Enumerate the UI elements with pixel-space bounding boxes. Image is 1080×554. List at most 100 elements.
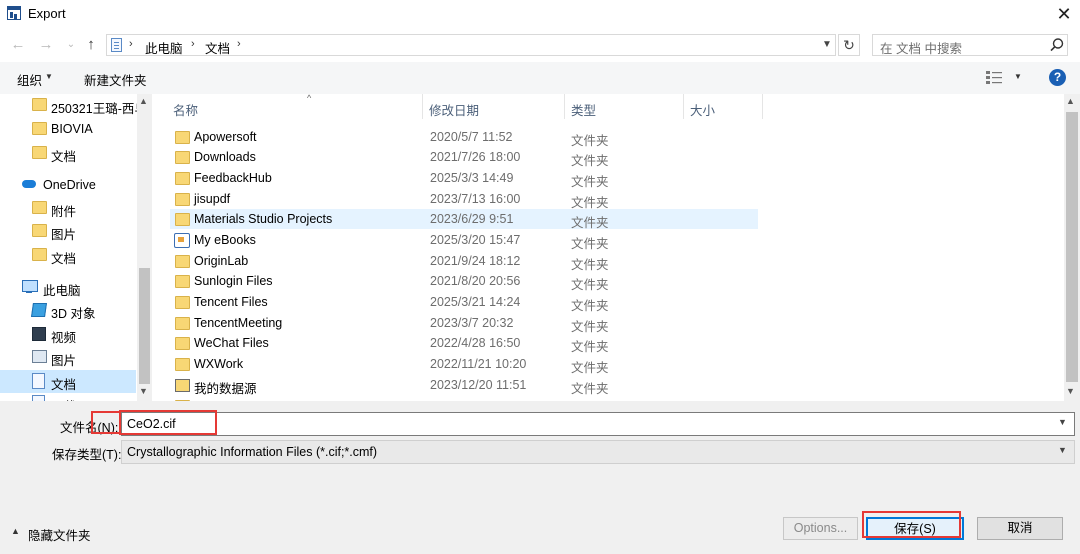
refresh-button[interactable]: ↻ [838,34,860,56]
folder-icon [175,275,190,288]
list-item[interactable]: Tencent Files 2025/3/21 14:24 文件夹 [170,292,758,313]
sidebar-item-documents[interactable]: 文档 [0,244,136,267]
list-item[interactable]: WXWork 2022/11/21 10:20 文件夹 [170,354,758,375]
sidebar-scrollbar-thumb[interactable] [139,268,150,384]
view-options-icon[interactable] [986,70,1004,84]
list-item[interactable]: OriginLab 2021/9/24 18:12 文件夹 [170,251,758,272]
sidebar-item-label: 此电脑 [43,284,81,298]
sort-ascending-icon: ^ [307,94,312,103]
list-item[interactable]: 我的数据源 2023/12/20 11:51 文件夹 [170,375,758,396]
file-type: 文件夹 [571,299,609,313]
up-button[interactable]: ↑ [82,36,100,54]
folder-icon [32,98,47,111]
back-button[interactable]: ← [9,36,27,54]
chevron-down-icon[interactable]: ▼ [1058,445,1067,455]
list-item[interactable]: My eBooks 2025/3/20 15:47 文件夹 [170,230,758,251]
file-type: 文件夹 [571,216,609,230]
file-date: 2023/7/13 16:00 [430,192,521,206]
sidebar-item-label: 250321王璐-西乌 [51,102,147,116]
file-name: My eBooks [194,233,256,247]
file-type: 文件夹 [571,382,609,396]
cube-icon [31,303,47,317]
scroll-down-icon[interactable]: ▼ [139,386,148,396]
address-bar[interactable]: › 此电脑 › 文档 › ▼ [106,34,836,56]
folder-icon [175,193,190,206]
breadcrumb-documents[interactable]: 文档 [205,38,230,57]
dropdown-arrow-icon[interactable]: ▼ [1014,72,1022,81]
filetype-label: 保存类型(T): [52,448,122,462]
file-date: 2025/3/21 14:24 [430,295,521,309]
sidebar-item-documents-selected[interactable]: 文档 [0,370,136,393]
filetype-select[interactable]: Crystallographic Information Files (*.ci… [121,440,1075,464]
scroll-up-icon[interactable]: ▲ [139,96,148,106]
file-name: jisupdf [194,192,231,206]
folder-icon [32,122,47,135]
file-date: 2021/7/26 18:00 [430,150,521,164]
sidebar-item-attachments[interactable]: 附件 [0,197,136,220]
column-header-label: 大小 [690,104,716,118]
column-header-type[interactable]: 类型 [565,94,684,119]
sidebar-item-documents[interactable]: 文档 [0,142,136,165]
sidebar-item-label: 文档 [51,252,77,266]
list-item-hovered[interactable]: Materials Studio Projects 2023/6/29 9:51… [170,209,758,230]
breadcrumb-this-pc[interactable]: 此电脑 [145,38,183,57]
list-item[interactable]: Apowersoft 2020/5/7 11:52 文件夹 [170,127,758,148]
new-folder-button[interactable]: 新建文件夹 [84,70,147,89]
scroll-down-icon[interactable]: ▼ [1066,386,1075,396]
search-input[interactable]: 在 文档 中搜索 [872,34,1068,56]
help-icon[interactable]: ? [1049,69,1066,86]
sidebar-item-videos[interactable]: 视频 [0,323,136,346]
file-date: 2023/3/7 20:32 [430,316,514,330]
sidebar-item-250321[interactable]: 250321王璐-西乌 [0,94,147,117]
chevron-down-icon[interactable]: ▼ [1058,417,1067,427]
scroll-up-icon[interactable]: ▲ [1066,96,1075,106]
organize-menu[interactable]: 组织 [17,70,42,89]
sidebar-item-this-pc[interactable]: 此电脑 [0,276,136,299]
filename-input[interactable]: CeO2.cif ▼ [121,412,1075,436]
file-type: 文件夹 [571,361,609,375]
sidebar-item-label: 图片 [51,228,77,242]
column-header-size[interactable]: 大小 [684,94,763,119]
breadcrumb-separator-icon: › [129,38,133,50]
sidebar-item-label: 附件 [51,205,77,219]
folder-icon [175,358,190,371]
list-item[interactable]: jisupdf 2023/7/13 16:00 文件夹 [170,189,758,210]
sidebar-item-3d-objects[interactable]: 3D 对象 [0,299,136,322]
column-header-date[interactable]: 修改日期 [423,94,565,119]
sidebar-item-biovia[interactable]: BIOVIA [0,118,136,141]
options-button[interactable]: Options... [783,517,858,540]
list-item[interactable]: TencentMeeting 2023/3/7 20:32 文件夹 [170,313,758,334]
sidebar-item-pictures[interactable]: 图片 [0,346,136,369]
documents-icon [32,373,45,389]
dropdown-arrow-icon: ▼ [45,72,53,81]
pictures-icon [32,350,47,363]
chevron-up-icon[interactable]: ▲ [11,526,20,536]
sidebar-item-label: BIOVIA [51,122,93,136]
list-item[interactable]: FeedbackHub 2025/3/3 14:49 文件夹 [170,168,758,189]
search-placeholder: 在 文档 中搜索 [880,42,962,56]
file-name: WeChat Files [194,336,269,350]
sidebar-item-onedrive[interactable]: OneDrive [0,174,136,197]
column-header-label: 类型 [571,104,597,118]
chevron-down-icon[interactable]: ▼ [819,37,835,53]
recent-locations-button[interactable]: ⌄ [62,36,80,54]
sidebar-item-downloads[interactable]: 下载 [0,392,136,401]
file-date: 2020/5/7 11:52 [430,130,513,144]
file-name: TencentMeeting [194,316,283,330]
folder-icon [175,296,190,309]
list-item[interactable]: WeChat Files 2022/4/28 16:50 文件夹 [170,333,758,354]
cancel-button[interactable]: 取消 [977,517,1063,540]
file-list-scrollbar-thumb[interactable] [1066,112,1078,382]
video-icon [32,327,46,341]
save-form: 文件名(N): CeO2.cif ▼ 保存类型(T): Crystallogra… [0,401,1080,554]
close-button[interactable]: ✕ [1050,2,1078,26]
folder-icon [32,146,47,159]
list-item[interactable]: Sunlogin Files 2021/8/20 20:56 文件夹 [170,271,758,292]
sidebar-item-pictures[interactable]: 图片 [0,220,136,243]
column-header-name[interactable]: 名称 ^ [167,94,423,119]
hide-folders-toggle[interactable]: 隐藏文件夹 [28,525,91,544]
window-title: Export [28,6,66,21]
forward-button[interactable]: → [37,36,55,54]
title-bar: Export ✕ [0,0,1080,28]
list-item[interactable]: Downloads 2021/7/26 18:00 文件夹 [170,147,758,168]
